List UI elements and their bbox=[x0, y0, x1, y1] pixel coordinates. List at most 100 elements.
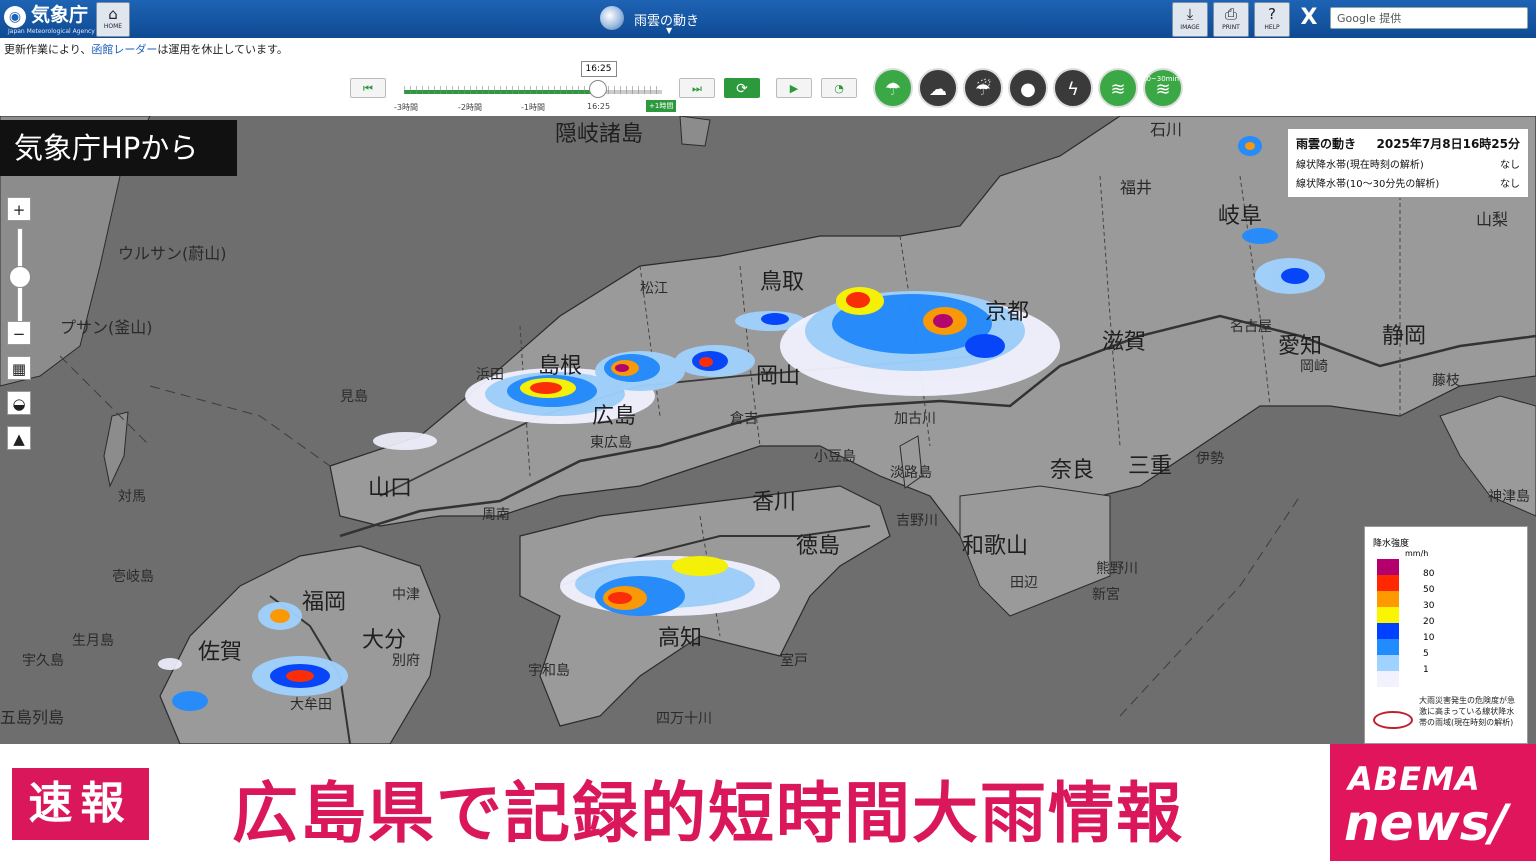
map-label-ishikawa: 石川 bbox=[1150, 120, 1183, 139]
map-label-kyoto: 京都 bbox=[985, 300, 1030, 325]
rain-cloud-icon: ☂ bbox=[884, 79, 902, 100]
legend-level-label: 30 bbox=[1423, 601, 1435, 611]
map-label-wakayama: 和歌山 bbox=[962, 534, 1029, 559]
map-label-uwajima: 宇和島 bbox=[528, 663, 570, 679]
map-label-kagawa: 香川 bbox=[752, 490, 797, 515]
globe-icon bbox=[600, 6, 624, 30]
map-label-matsue: 松江 bbox=[640, 281, 668, 297]
tick-label-now: 16:25 bbox=[587, 102, 611, 111]
rain-band-icon: ≋ bbox=[1110, 79, 1126, 100]
image-label: IMAGE bbox=[1180, 24, 1200, 31]
water-drop-icon: ◒ bbox=[12, 395, 26, 413]
mountain-icon: ▲ bbox=[13, 430, 25, 448]
map-label-kumano-river: 熊野川 bbox=[1096, 561, 1138, 577]
breaking-news-badge: 速報 bbox=[12, 768, 149, 840]
tick-label-1h: -1時間 bbox=[521, 103, 545, 112]
oki-islands bbox=[679, 116, 711, 147]
linear-band-forecast-button[interactable]: ≋ bbox=[1143, 68, 1183, 108]
skip-to-end-button[interactable]: ⏭ bbox=[679, 78, 715, 98]
map-layer-button[interactable]: ▦ bbox=[7, 356, 31, 380]
print-button[interactable]: ⎙ PRINT bbox=[1213, 2, 1249, 37]
map-label-busan: プサン(釜山) bbox=[60, 318, 153, 337]
map-label-yamanashi: 山梨 bbox=[1476, 210, 1509, 229]
map-label-fukuoka: 福岡 bbox=[302, 590, 347, 615]
drop-layer-button[interactable]: ◒ bbox=[7, 391, 31, 415]
info-row-label: 線状降水帯(10～30分先の解析) bbox=[1296, 179, 1440, 190]
legend-swatch bbox=[1377, 671, 1399, 687]
notice-text: 更新作業により、函館レーダーは運用を休止しています。 bbox=[4, 41, 288, 57]
status-info-box: 雨雲の動き 2025年7月8日16時25分 線状降水帯(現在時刻の解析) なし … bbox=[1287, 128, 1529, 198]
map-label-kozushima: 神津島 bbox=[1488, 489, 1530, 505]
map-label-muroto: 室戸 bbox=[780, 653, 808, 669]
map-label-fujieda: 藤枝 bbox=[1432, 373, 1460, 389]
zoom-out-button[interactable]: − bbox=[7, 321, 31, 345]
home-button[interactable]: ⌂ HOME bbox=[96, 2, 130, 37]
skip-to-start-button[interactable]: ⏮ bbox=[350, 78, 386, 98]
map-label-tottori: 鳥取 bbox=[760, 270, 805, 295]
map-label-ikitsukishima: 生月島 bbox=[72, 633, 114, 649]
home-label: HOME bbox=[103, 23, 123, 30]
skip-end-icon: ⏭ bbox=[692, 82, 702, 95]
map-label-ulsan: ウルサン(蔚山) bbox=[118, 244, 227, 263]
x-share-button[interactable]: X bbox=[1296, 5, 1322, 31]
map-label-tokushima: 徳島 bbox=[796, 534, 841, 559]
map-label-tsushima: 対馬 bbox=[118, 489, 146, 505]
map-label-hiroshima: 広島 bbox=[592, 404, 637, 429]
minus-icon: − bbox=[12, 325, 26, 343]
radar-map[interactable]: 隠岐諸島 鳥取 京都 岐阜 滋賀 愛知 静岡 広島 山口 福岡 大分 佐賀 高知… bbox=[0, 116, 1536, 744]
lightning-layer-button[interactable]: ϟ bbox=[1053, 68, 1093, 108]
map-icon: ▦ bbox=[11, 360, 27, 378]
info-row-current: 線状降水帯(現在時刻の解析) なし bbox=[1296, 156, 1520, 171]
help-button[interactable]: ? HELP bbox=[1254, 2, 1290, 37]
chevron-down-icon: ▼ bbox=[666, 26, 673, 35]
drop-icon: ● bbox=[1020, 79, 1036, 100]
map-label-shunan: 周南 bbox=[482, 507, 510, 523]
jma-logo[interactable]: ◉ 気象庁 Japan Meteorological Agency bbox=[4, 4, 96, 35]
terrain-layer-button[interactable]: ▲ bbox=[7, 426, 31, 450]
map-label-shiga: 滋賀 bbox=[1102, 330, 1147, 355]
info-title-row: 雨雲の動き 2025年7月8日16時25分 bbox=[1296, 135, 1520, 152]
hakodate-radar-link[interactable]: 函館レーダー bbox=[91, 43, 157, 56]
image-button[interactable]: ⤓ IMAGE bbox=[1172, 2, 1208, 37]
play-button[interactable]: ▶ bbox=[776, 78, 812, 98]
map-label-mishima: 見島 bbox=[340, 389, 368, 405]
jma-logo-icon: ◉ bbox=[4, 6, 26, 28]
legend-level-label: 50 bbox=[1423, 585, 1435, 595]
legend-level-label: 1 bbox=[1423, 665, 1429, 675]
abema-news-logo: ABEMA news/ bbox=[1330, 744, 1536, 861]
lightning-icon: ϟ bbox=[1067, 79, 1079, 100]
map-label-mie: 三重 bbox=[1128, 454, 1173, 479]
map-label-nagoya: 名古屋 bbox=[1230, 319, 1272, 335]
speed-button[interactable]: ◔ bbox=[821, 78, 857, 98]
rain-drop-layer-button[interactable]: ● bbox=[1008, 68, 1048, 108]
current-time-label: 16:25 bbox=[580, 61, 617, 77]
zoom-slider-handle[interactable] bbox=[9, 266, 31, 288]
speedometer-icon: ◔ bbox=[834, 82, 844, 95]
map-label-goto: 五島列島 bbox=[0, 708, 65, 727]
time-slider-ticks bbox=[404, 86, 662, 94]
umbrella-icon: ☔ bbox=[974, 79, 992, 100]
jma-logo-subtitle: Japan Meteorological Agency bbox=[8, 28, 95, 35]
map-label-iki: 壱岐島 bbox=[112, 569, 154, 585]
thunder-cloud-layer-button[interactable]: ☁ bbox=[918, 68, 958, 108]
notice-suffix: は運用を休止しています。 bbox=[157, 43, 288, 56]
map-label-kakogawa: 加古川 bbox=[894, 411, 936, 427]
linear-band-layer-button[interactable]: ≋ bbox=[1098, 68, 1138, 108]
print-label: PRINT bbox=[1222, 24, 1240, 31]
legend-level-label: 20 bbox=[1423, 617, 1435, 627]
refresh-button[interactable]: ⟳ bbox=[724, 78, 760, 98]
time-slider-handle[interactable] bbox=[588, 80, 607, 98]
rain-cloud-layer-button[interactable]: ☂ bbox=[873, 68, 913, 108]
legend-level-label: 5 bbox=[1423, 649, 1429, 659]
map-label-kochi: 高知 bbox=[658, 626, 703, 651]
map-label-okayama: 岡山 bbox=[756, 364, 801, 389]
legend-swatch bbox=[1377, 623, 1399, 639]
map-label-ise: 伊勢 bbox=[1196, 451, 1224, 467]
umbrella-layer-button[interactable]: ☔ bbox=[963, 68, 1003, 108]
zoom-in-button[interactable]: + bbox=[7, 197, 31, 221]
source-overlay-label: 気象庁HPから bbox=[0, 120, 237, 176]
refresh-icon: ⟳ bbox=[736, 81, 748, 97]
help-label: HELP bbox=[1264, 24, 1280, 31]
legend-title: 降水強度 bbox=[1373, 539, 1410, 549]
search-input[interactable]: Google 提供 bbox=[1330, 7, 1528, 29]
